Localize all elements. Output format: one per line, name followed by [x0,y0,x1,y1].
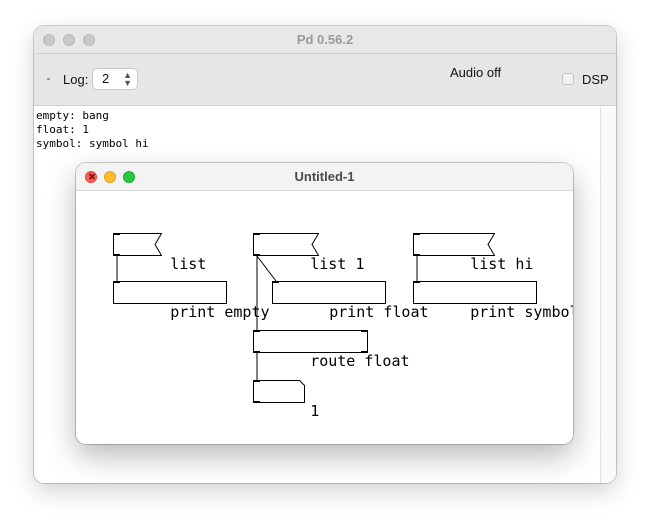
object-text: print empty [170,303,270,321]
patch-title: Untitled-1 [294,169,355,184]
message-flag-icon [153,233,162,256]
dot-icon [47,78,50,80]
console-line: symbol: symbol hi [36,137,149,150]
outlet[interactable] [413,254,420,256]
message-box-list-1[interactable]: list 1 [253,233,364,273]
message-box-list-hi[interactable]: list hi [413,233,533,273]
dsp-label: DSP [582,72,609,87]
log-level-value: 2 [102,71,110,86]
outlet[interactable] [361,351,368,353]
object-text: route float [310,352,410,370]
outlet[interactable] [253,401,260,403]
inlet[interactable] [413,233,420,235]
console-line: float: 1 [36,123,89,136]
object-text: print float [329,303,429,321]
log-label: Log: [63,72,89,87]
message-text: list 1 [310,255,365,273]
message-text: list hi [470,255,534,273]
number-atom[interactable]: 1 [253,380,319,420]
outlet[interactable] [113,254,120,256]
atom-corner-icon [299,380,305,403]
window-title: Pd 0.56.2 [296,32,354,47]
inlet[interactable] [253,330,260,332]
inlet[interactable] [253,380,260,382]
object-print-float[interactable]: print float [272,281,429,321]
inlet[interactable] [113,233,120,235]
patch-window: Untitled-1 list list 1 list hi print emp… [76,163,573,444]
console-line: empty: bang [36,109,109,122]
object-print-empty[interactable]: print empty [113,281,270,321]
outlet[interactable] [253,351,260,353]
inlet[interactable] [113,281,120,283]
inlet[interactable] [413,281,420,283]
console-scrollbar[interactable] [600,107,616,483]
patch-titlebar[interactable]: Untitled-1 [76,163,573,191]
message-text: list [170,255,207,273]
dsp-checkbox[interactable] [562,73,574,85]
message-flag-icon [486,233,495,256]
inlet[interactable] [361,330,368,332]
pd-main-titlebar[interactable]: Pd 0.56.2 [34,26,616,54]
number-value: 1 [310,402,320,420]
message-box-list[interactable]: list [113,233,206,273]
object-text: print symbol [470,303,573,321]
patch-canvas[interactable]: list list 1 list hi print empty print fl… [76,191,573,444]
inlet[interactable] [272,281,279,283]
outlet[interactable] [253,254,260,256]
stepper-icon: ▲ ▼ [123,70,132,88]
audio-status: Audio off [450,65,502,80]
inlet[interactable] [253,233,260,235]
object-route-float[interactable]: route float [253,330,410,370]
message-flag-icon [310,233,319,256]
log-level-select[interactable]: 2 ▲ ▼ [92,68,138,90]
pd-toolbar: Log: 2 ▲ ▼ Audio off DSP [34,54,616,106]
object-print-symbol[interactable]: print symbol [413,281,573,321]
